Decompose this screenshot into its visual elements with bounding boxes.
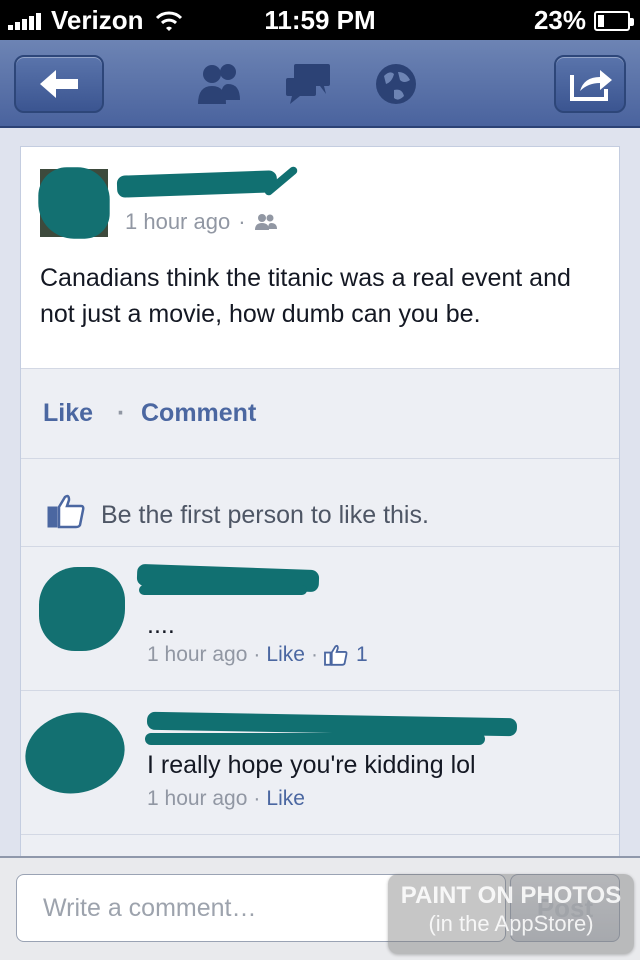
post-meta: 1 hour ago · xyxy=(125,209,278,235)
likes-summary: Be the first person to like this. xyxy=(21,459,619,547)
redacted-commenter-name-stroke xyxy=(139,585,307,595)
post-text: Canadians think the titanic was a real e… xyxy=(40,264,571,328)
comment-separator: · xyxy=(310,643,318,666)
comment-timestamp[interactable]: 1 hour ago xyxy=(147,787,247,811)
thumbs-up-icon xyxy=(47,494,85,529)
comment-text: .... xyxy=(147,611,175,639)
comment: I really hope you're kidding lol 1 hour … xyxy=(17,691,619,835)
post-timestamp[interactable]: 1 hour ago xyxy=(125,209,230,235)
commenter-avatar[interactable] xyxy=(39,567,125,651)
navigation-bar xyxy=(0,40,640,128)
status-bar: Verizon 11:59 PM 23% xyxy=(0,0,640,40)
back-button[interactable] xyxy=(14,55,104,113)
notifications-globe-icon[interactable] xyxy=(370,60,430,108)
comment-meta: 1 hour ago · Like · 1 xyxy=(147,643,368,667)
app-watermark: PAINT ON PHOTOS (in the AppStore) xyxy=(388,874,634,954)
comment-separator: · xyxy=(253,787,261,810)
comment-meta: 1 hour ago · Like xyxy=(147,787,305,811)
comment-timestamp[interactable]: 1 hour ago xyxy=(147,643,247,667)
comment-like-count[interactable]: 1 xyxy=(356,643,368,667)
messages-icon[interactable] xyxy=(280,60,340,108)
battery-percent: 23% xyxy=(533,5,586,35)
comment-separator: · xyxy=(253,643,261,666)
redacted-author-name xyxy=(116,170,278,198)
back-arrow-icon xyxy=(40,70,78,98)
friend-requests-icon[interactable] xyxy=(190,60,250,108)
friends-audience-icon xyxy=(254,214,277,230)
comment: .... 1 hour ago · Like · 1 xyxy=(21,547,619,691)
thumbs-up-icon xyxy=(324,644,348,666)
story-card: 1 hour ago · Canadians think the titanic… xyxy=(17,146,620,858)
likes-summary-text: Be the first person to like this. xyxy=(101,501,429,529)
comment-link[interactable]: Comment xyxy=(141,399,256,428)
battery-fill xyxy=(598,14,605,27)
watermark-title: PAINT ON PHOTOS xyxy=(400,882,622,909)
story-actions: Like · Comment xyxy=(21,369,619,459)
commenter-avatar[interactable] xyxy=(17,703,133,803)
comment-like-link[interactable]: Like xyxy=(266,643,305,667)
avatar[interactable] xyxy=(40,169,108,237)
share-button[interactable] xyxy=(554,55,626,113)
battery-group: 23% xyxy=(533,5,634,36)
comment-text: I really hope you're kidding lol xyxy=(147,751,476,779)
nav-jewels xyxy=(190,60,460,108)
comment-like-link[interactable]: Like xyxy=(266,787,305,811)
post: 1 hour ago · Canadians think the titanic… xyxy=(21,147,619,369)
watermark-subtitle: (in the AppStore) xyxy=(428,911,594,936)
like-link[interactable]: Like xyxy=(43,399,93,428)
share-icon xyxy=(570,70,612,101)
meta-separator: · xyxy=(238,209,246,234)
action-separator: · xyxy=(117,399,126,427)
redacted-commenter-name-stroke xyxy=(145,733,485,745)
battery-icon xyxy=(594,10,634,31)
